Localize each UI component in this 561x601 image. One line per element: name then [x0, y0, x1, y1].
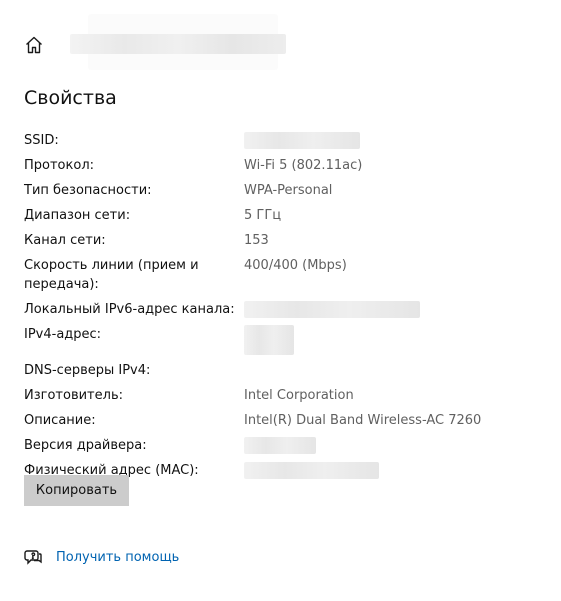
prop-value-redacted [244, 436, 544, 455]
prop-value: Wi-Fi 5 (802.11ac) [244, 158, 363, 173]
prop-value: 153 [244, 233, 269, 248]
prop-key: Канал сети: [24, 233, 106, 248]
prop-key: Скорость линии (прием и передача): [24, 258, 199, 292]
prop-row-description: Описание: Intel(R) Dual Band Wireless-AC… [24, 411, 544, 430]
prop-row-dns: DNS-серверы IPv4: [24, 361, 544, 380]
prop-row-band: Диапазон сети: 5 ГГц [24, 206, 544, 225]
network-name-redacted [70, 34, 286, 54]
page-title: Свойства [24, 87, 117, 109]
prop-key: Версия драйвера: [24, 438, 147, 453]
prop-row-ipv6: Локальный IPv6-адрес канала: [24, 300, 544, 319]
prop-value-redacted [244, 131, 544, 150]
home-icon[interactable] [24, 35, 44, 55]
prop-key: Локальный IPv6-адрес канала: [24, 302, 235, 317]
prop-key: Тип безопасности: [24, 183, 152, 198]
prop-row-security: Тип безопасности: WPA-Personal [24, 181, 544, 200]
prop-row-driver-version: Версия драйвера: [24, 436, 544, 455]
prop-key: IPv4-адрес: [24, 327, 102, 342]
get-help[interactable]: Получить помощь [24, 548, 179, 566]
prop-key: SSID: [24, 133, 59, 148]
prop-value-redacted [244, 300, 544, 319]
prop-key: Диапазон сети: [24, 208, 131, 223]
prop-row-ssid: SSID: [24, 131, 544, 150]
prop-value: WPA-Personal [244, 183, 333, 198]
prop-row-manufacturer: Изготовитель: Intel Corporation [24, 386, 544, 405]
prop-key: Описание: [24, 413, 96, 428]
prop-value-redacted [244, 461, 544, 480]
prop-key: DNS-серверы IPv4: [24, 363, 151, 378]
help-chat-icon [24, 548, 42, 566]
prop-key: Изготовитель: [24, 388, 123, 403]
prop-row-ipv4: IPv4-адрес: [24, 325, 544, 355]
prop-key: Протокол: [24, 158, 95, 173]
prop-row-protocol: Протокол: Wi-Fi 5 (802.11ac) [24, 156, 544, 175]
get-help-link[interactable]: Получить помощь [56, 550, 179, 565]
properties-list: SSID: Протокол: Wi-Fi 5 (802.11ac) Тип б… [24, 131, 544, 486]
prop-value: Intel(R) Dual Band Wireless-AC 7260 [244, 413, 482, 428]
copy-button[interactable]: Копировать [24, 475, 129, 506]
prop-value: Intel Corporation [244, 388, 354, 403]
prop-value-redacted [244, 325, 544, 355]
prop-value: 5 ГГц [244, 208, 282, 223]
prop-row-channel: Канал сети: 153 [24, 231, 544, 250]
prop-row-link-speed: Скорость линии (прием и передача): 400/4… [24, 256, 544, 294]
prop-value: 400/400 (Mbps) [244, 258, 347, 273]
wifi-properties-page: Свойства SSID: Протокол: Wi-Fi 5 (802.11… [0, 0, 561, 601]
